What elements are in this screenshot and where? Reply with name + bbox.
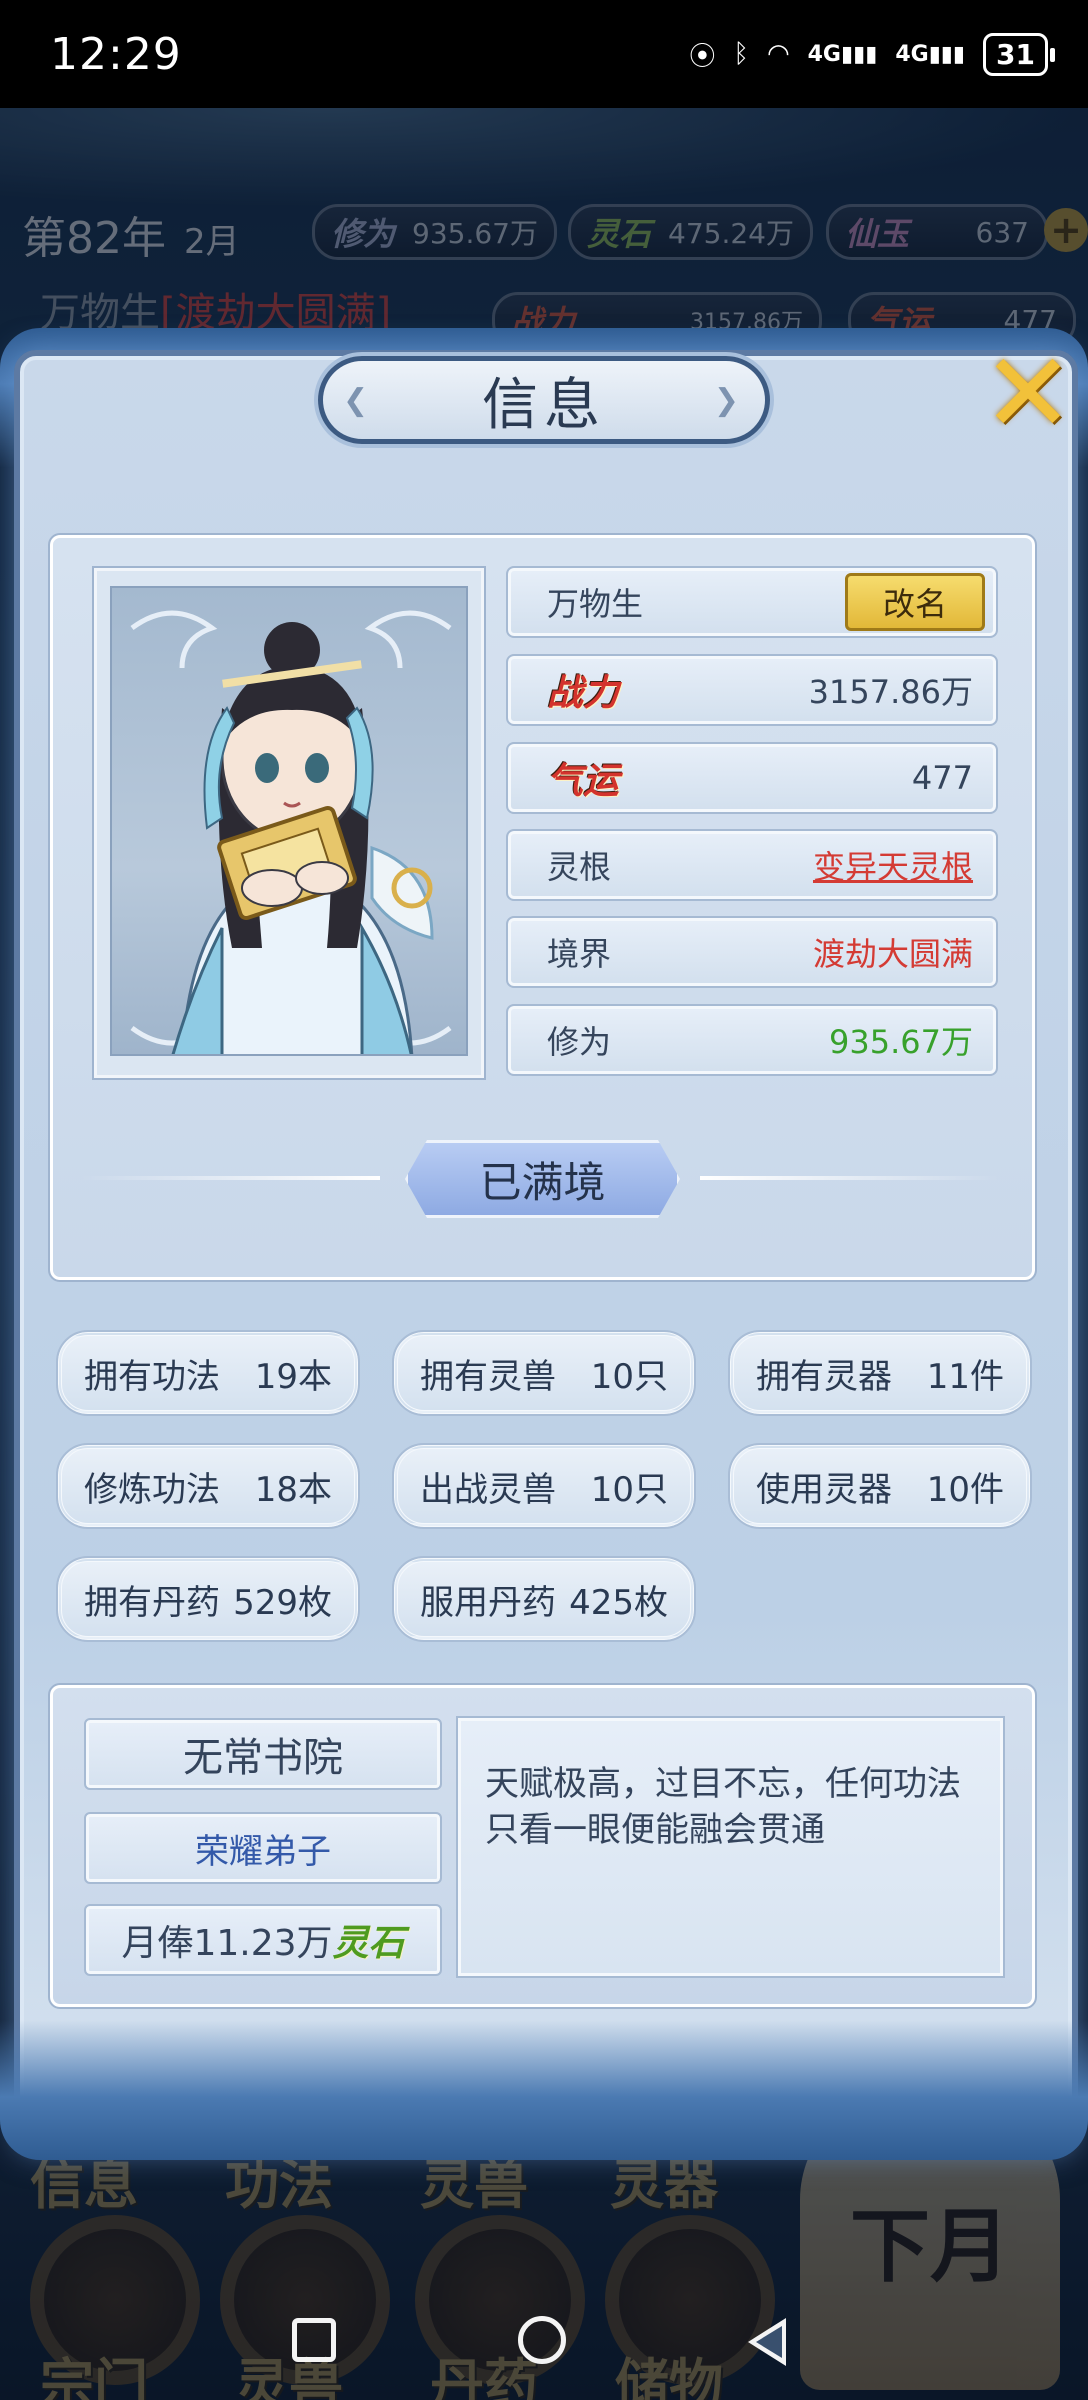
divider-right (700, 1176, 1000, 1180)
sect-name: 无常书院 (84, 1718, 442, 1790)
realm-row: 境界 渡劫大圆满 (506, 916, 998, 988)
divider-left (80, 1176, 380, 1180)
name-row: 万物生 改名 (506, 566, 998, 638)
rename-button[interactable]: 改名 (845, 573, 985, 631)
full-realm-indicator: 已满境 (80, 1140, 1005, 1220)
stat-owned-beasts[interactable]: 拥有灵兽 10只 (392, 1330, 696, 1416)
spirit-root-row: 灵根 变异天灵根 (506, 829, 998, 901)
realm-label: 境界 (547, 935, 612, 973)
combat-power-label: 战力 (547, 673, 620, 714)
realm-value: 渡劫大圆满 (812, 935, 973, 973)
status-bar: 12:29 ⦿ ᛒ ◠ 4G▮▮▮ 4G▮▮▮ 31 (0, 0, 1088, 108)
luck-label: 气运 (547, 761, 620, 802)
signal-4g-icon: 4G▮▮▮ (807, 41, 878, 67)
luck-value: 477 (911, 759, 973, 797)
back-button[interactable] (748, 2318, 786, 2366)
spirit-root-label: 灵根 (547, 848, 612, 886)
luck-row: 气运 477 (506, 742, 998, 814)
nfc-icon: ⦿ (689, 41, 716, 72)
spirit-stone-label: 灵石 (332, 1923, 405, 1964)
close-button[interactable]: ✕ (978, 329, 1078, 457)
wifi-icon: ◠ (766, 39, 790, 69)
stat-owned-techniques[interactable]: 拥有功法 19本 (56, 1330, 360, 1416)
battery-icon: 31 (983, 32, 1055, 76)
dialog-title: 信息 (318, 356, 770, 444)
character-portrait (110, 586, 468, 1056)
spirit-root-link[interactable]: 变异天灵根 (813, 842, 973, 888)
bluetooth-icon: ᛒ (733, 39, 749, 69)
cultivation-row: 修为 935.67万 (506, 1004, 998, 1076)
combat-power-row: 战力 3157.86万 (506, 654, 998, 726)
stat-used-artifacts[interactable]: 使用灵器 10件 (728, 1443, 1032, 1529)
status-icons: ⦿ ᛒ ◠ 4G▮▮▮ 4G▮▮▮ 31 (689, 32, 1055, 76)
stat-consumed-pills[interactable]: 服用丹药 425枚 (392, 1556, 696, 1642)
stat-battle-beasts[interactable]: 出战灵兽 10只 (392, 1443, 696, 1529)
signal-4g-icon: 4G▮▮▮ (895, 41, 966, 67)
sect-rank: 荣耀弟子 (84, 1812, 442, 1884)
home-button[interactable] (518, 2316, 566, 2364)
stat-owned-pills[interactable]: 拥有丹药 529枚 (56, 1556, 360, 1642)
full-realm-badge: 已满境 (405, 1140, 680, 1218)
sect-salary: 月俸11.23万 灵石 (84, 1904, 442, 1976)
cultivation-value: 935.67万 (829, 1023, 973, 1061)
dialog-bottom-ornament (0, 2020, 1088, 2160)
status-time: 12:29 (50, 28, 182, 80)
stat-practiced-techniques[interactable]: 修炼功法 18本 (56, 1443, 360, 1529)
talent-description: 天赋极高，过目不忘，任何功法只看一眼便能融会贯通 (456, 1716, 1005, 1978)
recent-apps-button[interactable] (292, 2318, 336, 2362)
cultivation-label: 修为 (547, 1023, 612, 1061)
combat-power-value: 3157.86万 (808, 673, 973, 711)
character-illustration (130, 610, 452, 1054)
player-name: 万物生 (547, 585, 644, 623)
stat-owned-artifacts[interactable]: 拥有灵器 11件 (728, 1330, 1032, 1416)
